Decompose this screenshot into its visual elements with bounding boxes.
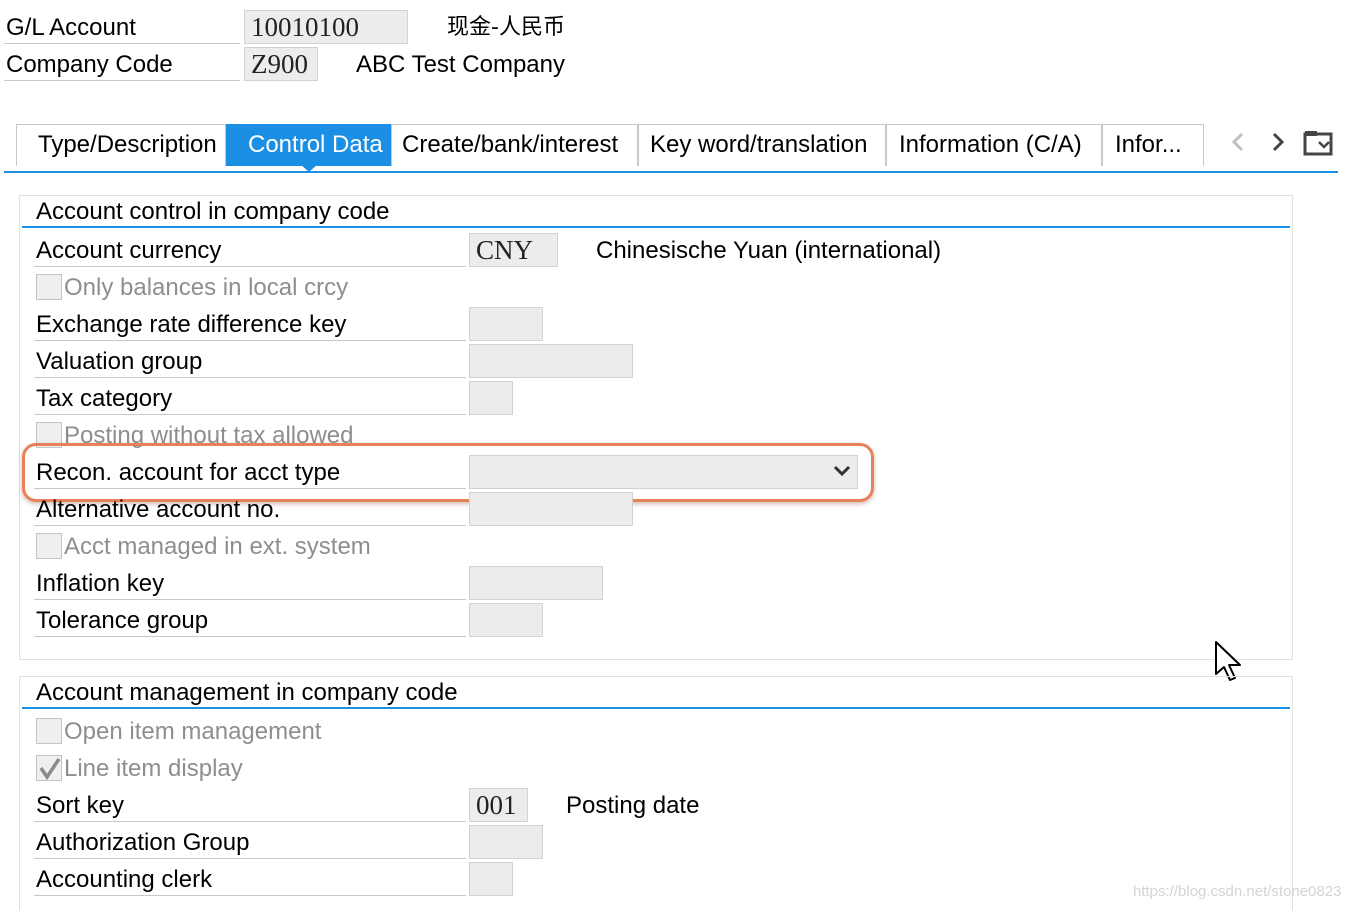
only-balances-label: Only balances in local crcy <box>64 274 349 301</box>
exchange-rate-field[interactable] <box>469 307 543 341</box>
account-control-title: Account control in company code <box>36 198 390 225</box>
tab-information-ca[interactable]: Information (C/A) <box>886 124 1102 166</box>
accounting-clerk-label: Accounting clerk <box>36 866 213 893</box>
authorization-group-field[interactable] <box>469 825 543 859</box>
highlight-annotation <box>22 443 874 502</box>
open-item-label: Open item management <box>64 718 322 745</box>
chevron-right-icon[interactable] <box>1270 131 1286 153</box>
tab-key-word-translation[interactable]: Key word/translation <box>638 124 886 166</box>
valuation-group-field[interactable] <box>469 344 633 378</box>
tab-infor[interactable]: Infor... <box>1102 124 1204 166</box>
gl-account-label: G/L Account <box>6 14 136 41</box>
open-item-checkbox[interactable] <box>36 718 62 744</box>
account-currency-description: Chinesische Yuan (international) <box>596 237 942 264</box>
tax-category-label: Tax category <box>36 385 173 412</box>
sort-key-field[interactable]: 001 <box>469 788 528 822</box>
tab-control-data[interactable]: Control Data <box>226 124 391 166</box>
alternative-account-field[interactable] <box>469 492 633 526</box>
accounting-clerk-field[interactable] <box>469 862 513 896</box>
acct-managed-checkbox[interactable] <box>36 533 62 559</box>
account-currency-field[interactable]: CNY <box>469 233 558 267</box>
watermark: https://blog.csdn.net/stone0823 <box>1133 883 1342 900</box>
sort-key-label: Sort key <box>36 792 125 819</box>
authorization-group-label: Authorization Group <box>36 829 250 856</box>
acct-managed-label: Acct managed in ext. system <box>64 533 371 560</box>
tab-create-bank-interest[interactable]: Create/bank/interest <box>391 124 638 166</box>
company-code-description: ABC Test Company <box>356 51 565 78</box>
tax-category-field[interactable] <box>469 381 513 415</box>
tolerance-group-field[interactable] <box>469 603 543 637</box>
gl-account-description: 现金-人民币 <box>447 15 565 40</box>
exchange-rate-label: Exchange rate difference key <box>36 311 347 338</box>
tolerance-group-label: Tolerance group <box>36 607 209 634</box>
gl-account-field[interactable]: 10010100 <box>244 10 408 44</box>
line-item-label: Line item display <box>64 755 243 782</box>
company-code-label: Company Code <box>6 51 173 78</box>
tab-type-description[interactable]: Type/Description <box>16 124 226 166</box>
tab-strip-line <box>4 171 1338 173</box>
tab-list-icon[interactable] <box>1302 128 1336 158</box>
inflation-key-label: Inflation key <box>36 570 165 597</box>
valuation-group-label: Valuation group <box>36 348 203 375</box>
chevron-left-icon[interactable] <box>1230 131 1246 153</box>
alternative-account-label: Alternative account no. <box>36 496 281 523</box>
inflation-key-field[interactable] <box>469 566 603 600</box>
sort-key-description: Posting date <box>566 792 700 819</box>
company-code-field[interactable]: Z900 <box>244 47 318 81</box>
only-balances-checkbox[interactable] <box>36 274 62 300</box>
account-management-title: Account management in company code <box>36 679 458 706</box>
account-currency-label: Account currency <box>36 237 222 264</box>
checkmark-icon <box>39 758 61 781</box>
line-item-checkbox[interactable] <box>36 755 62 781</box>
